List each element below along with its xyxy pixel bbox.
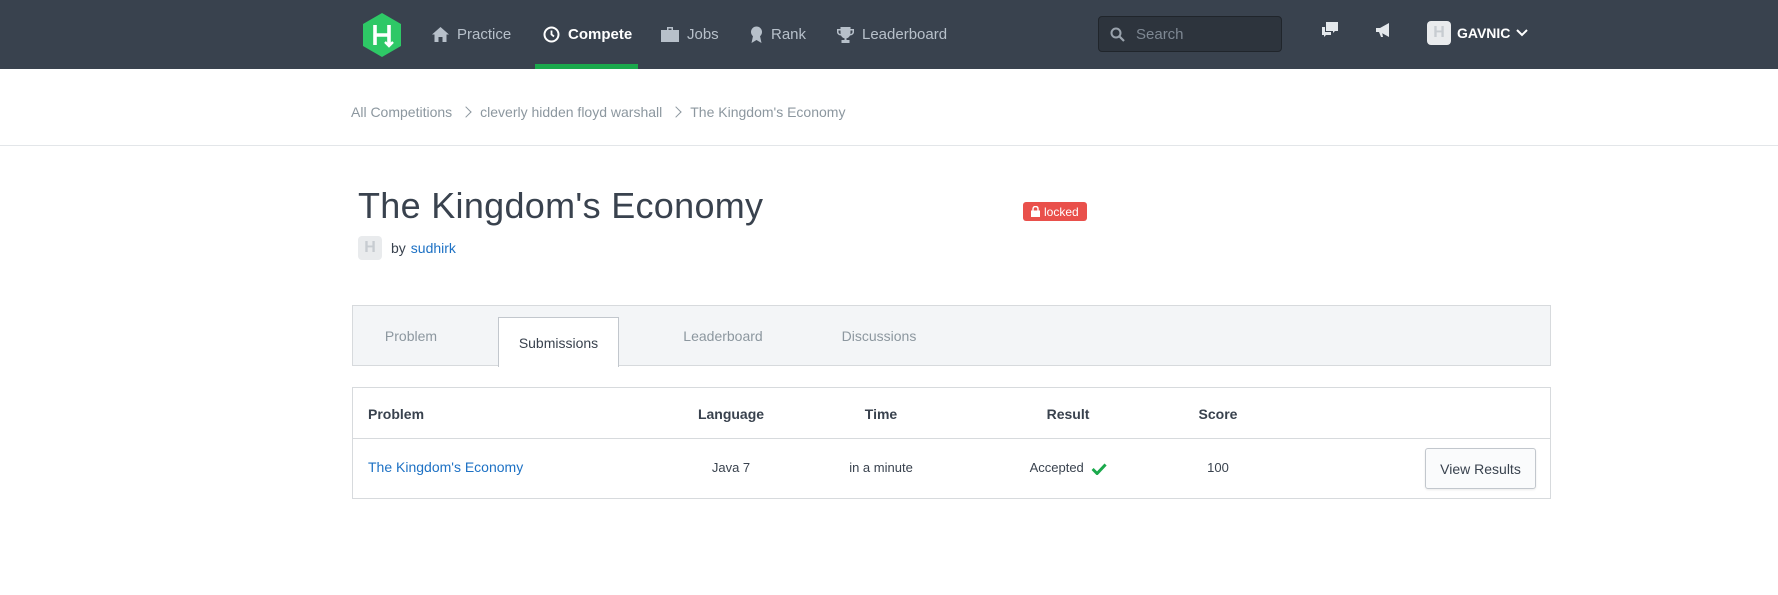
nav-jobs[interactable]: Jobs xyxy=(661,0,719,69)
nav-compete-label: Compete xyxy=(568,26,633,43)
nav-rank[interactable]: Rank xyxy=(750,0,806,69)
avatar: H xyxy=(1427,21,1451,45)
tab-problem[interactable]: Problem xyxy=(353,306,469,366)
column-header-score: Score xyxy=(1198,406,1238,422)
trophy-icon xyxy=(837,26,854,43)
search-icon xyxy=(1110,27,1125,42)
nav-rank-label: Rank xyxy=(771,26,807,43)
medal-icon xyxy=(751,26,762,43)
home-icon xyxy=(432,27,449,42)
tab-discussions[interactable]: Discussions xyxy=(814,306,944,366)
view-results-button[interactable]: View Results xyxy=(1425,448,1536,489)
username: GAVNIC xyxy=(1457,25,1511,41)
chat-bubbles-icon xyxy=(1322,22,1338,37)
column-header-result: Result xyxy=(1046,406,1090,422)
submission-result-label: Accepted xyxy=(1029,460,1084,475)
challenge-tabs: Problem Submissions Leaderboard Discussi… xyxy=(352,305,1551,367)
nav-jobs-label: Jobs xyxy=(687,26,719,43)
chevron-right-icon xyxy=(460,106,472,118)
submission-language: Java 7 xyxy=(711,460,751,475)
briefcase-icon xyxy=(661,27,679,42)
status-badge: locked xyxy=(1023,202,1087,221)
breadcrumb: All Competitions cleverly hidden floyd w… xyxy=(351,104,845,120)
clock-icon xyxy=(543,26,560,43)
column-header-time: Time xyxy=(864,406,898,422)
tab-leaderboard[interactable]: Leaderboard xyxy=(658,306,788,366)
submissions-table: Problem Language Time Result Score The K… xyxy=(352,387,1551,499)
author-line: H by sudhirk xyxy=(358,236,456,260)
user-menu[interactable]: H GAVNIC xyxy=(1427,19,1529,47)
messages-button[interactable] xyxy=(1320,20,1346,46)
nav-leaderboard-label: Leaderboard xyxy=(862,26,948,43)
nav-practice[interactable]: Practice xyxy=(432,0,511,69)
search-input[interactable] xyxy=(1134,24,1278,44)
nav-practice-label: Practice xyxy=(457,26,512,43)
nav-compete[interactable]: Compete xyxy=(543,0,632,69)
column-header-language: Language xyxy=(697,406,765,422)
breadcrumb-current: The Kingdom's Economy xyxy=(690,104,846,120)
author-link[interactable]: sudhirk xyxy=(411,240,456,256)
breadcrumb-bar: All Competitions cleverly hidden floyd w… xyxy=(0,69,1778,146)
search-box[interactable] xyxy=(1098,16,1282,52)
breadcrumb-all-competitions[interactable]: All Competitions xyxy=(351,104,452,120)
status-badge-label: locked xyxy=(1044,204,1079,219)
breadcrumb-contest[interactable]: cleverly hidden floyd warshall xyxy=(480,104,662,120)
submission-score: 100 xyxy=(1207,460,1229,475)
notifications-button[interactable] xyxy=(1374,20,1400,46)
nav-leaderboard[interactable]: Leaderboard xyxy=(837,0,947,69)
checkmark-icon xyxy=(1091,463,1107,475)
lock-icon xyxy=(1031,206,1040,217)
hackerrank-logo[interactable] xyxy=(359,12,405,58)
table-header: Problem Language Time Result Score xyxy=(353,388,1550,439)
top-navbar: Practice Compete Jobs Rank Leaderboard H… xyxy=(0,0,1778,69)
submission-problem-link[interactable]: The Kingdom's Economy xyxy=(368,459,523,475)
megaphone-icon xyxy=(1376,23,1389,37)
author-avatar: H xyxy=(358,236,382,260)
submission-result: Accepted xyxy=(1030,460,1107,475)
column-header-problem: Problem xyxy=(368,406,425,422)
by-label: by xyxy=(391,240,406,256)
chevron-right-icon xyxy=(670,106,682,118)
submission-time: in a minute xyxy=(849,460,913,475)
page-title: The Kingdom's Economy xyxy=(358,185,764,226)
tab-submissions[interactable]: Submissions xyxy=(498,317,619,367)
chevron-down-icon xyxy=(1516,29,1529,37)
